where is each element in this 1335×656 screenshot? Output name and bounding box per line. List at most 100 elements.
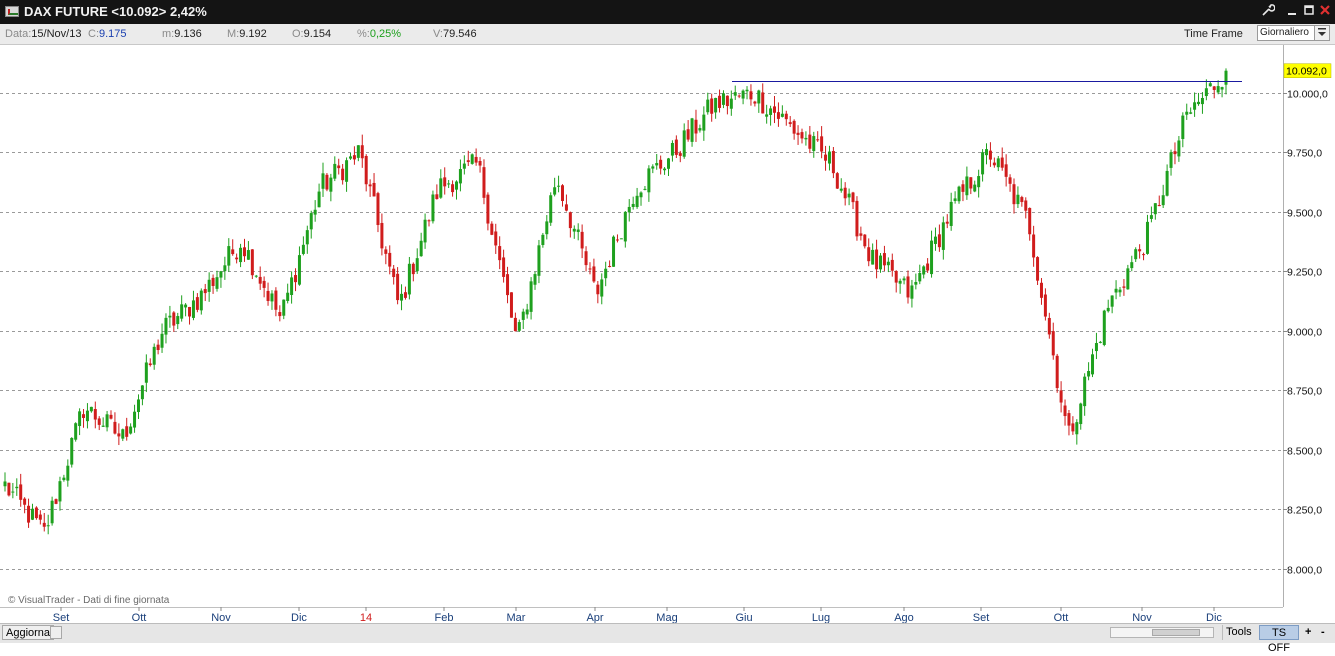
percent-readout: %:0,25% — [357, 28, 402, 40]
candle-body — [804, 137, 808, 140]
ts-toggle-button[interactable]: TS OFF — [1259, 625, 1299, 654]
candle-body — [348, 156, 352, 159]
y-tick-label: 8.750,0 — [1287, 386, 1322, 398]
candle-body — [1071, 423, 1075, 432]
candle-body — [1224, 70, 1228, 85]
candle-body — [682, 130, 686, 157]
timeframe-select[interactable]: Giornaliero — [1257, 25, 1330, 41]
candle-body — [894, 270, 898, 283]
candle-body — [1134, 249, 1138, 260]
refresh-button[interactable]: Aggiorna — [2, 625, 55, 640]
candle-body — [506, 274, 510, 296]
candle-body — [635, 195, 639, 208]
candle-body — [1004, 164, 1008, 177]
candle-body — [871, 249, 875, 265]
minimize-icon[interactable] — [1283, 3, 1301, 21]
candle-body — [1083, 376, 1087, 407]
candle-body — [690, 118, 694, 142]
candle-body — [560, 185, 564, 202]
candlestick-chart-svg[interactable]: 10.092,0 10.000,0 9.750,0 9.500,0 9.250,0 9.… — [0, 45, 1335, 624]
candle-body — [242, 247, 246, 257]
candle-body — [553, 187, 557, 195]
candle-body — [1149, 215, 1153, 219]
candle-body — [1020, 197, 1024, 203]
candle-body — [600, 279, 604, 297]
candle-body — [914, 282, 918, 285]
candle-body — [1028, 207, 1032, 235]
candle-body — [619, 238, 623, 240]
candle-body — [235, 257, 239, 260]
candle-body — [847, 193, 851, 198]
chevron-down-icon[interactable] — [1314, 26, 1329, 40]
candle-body — [74, 423, 78, 440]
candle-body — [965, 176, 969, 196]
candle-body — [313, 209, 317, 215]
candle-body — [97, 418, 101, 425]
candle-body — [564, 204, 568, 211]
candle-body — [203, 289, 207, 294]
candle-body — [258, 276, 262, 284]
candle-body — [769, 108, 773, 115]
candle-body — [663, 168, 667, 171]
candle-body — [172, 312, 176, 326]
x-tick-label: Lug — [812, 612, 830, 623]
candle-body — [470, 154, 474, 164]
candle-body — [1098, 341, 1102, 343]
candle-body — [863, 234, 867, 247]
candle-body — [733, 92, 737, 96]
candle-body — [482, 167, 486, 198]
candle-body — [608, 265, 612, 268]
wrench-icon[interactable] — [1259, 3, 1277, 21]
candle-body — [462, 163, 466, 169]
zoom-in-button[interactable]: + — [1302, 625, 1314, 640]
candle-body — [773, 106, 777, 113]
candle-body — [792, 120, 796, 134]
candle-body — [930, 240, 934, 275]
candle-body — [388, 252, 392, 267]
quote-info-bar: Data:15/Nov/13 C:9.175 m:9.136 M:9.192 O… — [0, 24, 1335, 45]
candle-body — [1055, 355, 1059, 389]
candle-body — [15, 486, 19, 489]
candle-body — [985, 149, 989, 156]
close-icon[interactable] — [1316, 3, 1334, 21]
candle-body — [498, 246, 502, 261]
price-chart[interactable]: 10.092,0 10.000,0 9.750,0 9.500,0 9.250,0 9.… — [0, 45, 1335, 624]
candle-body — [761, 92, 765, 114]
scroll-left-button[interactable] — [50, 626, 62, 639]
x-tick-label: Apr — [586, 612, 603, 623]
candle-body — [572, 228, 576, 232]
scrollbar-thumb[interactable] — [1152, 629, 1200, 636]
y-tick-label: 10.000,0 — [1287, 89, 1328, 101]
candle-body — [757, 90, 761, 104]
candle-body — [796, 132, 800, 135]
zoom-out-button[interactable]: - — [1318, 625, 1328, 640]
x-tick-label: Ott — [132, 612, 147, 623]
tools-button[interactable]: Tools — [1222, 625, 1255, 640]
candle-body — [926, 263, 930, 271]
candle-body — [125, 426, 129, 437]
candle-body — [101, 425, 105, 427]
candle-body — [631, 203, 635, 207]
candle-body — [996, 158, 1000, 168]
candle-body — [466, 160, 470, 163]
candle-body — [898, 280, 902, 284]
candle-body — [670, 142, 674, 156]
candle-body — [753, 101, 757, 104]
candle-body — [188, 306, 192, 317]
candle-body — [1208, 83, 1212, 87]
candle-body — [655, 163, 659, 166]
candle-body — [160, 333, 164, 348]
candle-body — [199, 290, 203, 311]
candle-body — [988, 150, 992, 160]
candle-body — [1122, 286, 1126, 288]
candle-body — [725, 95, 729, 107]
candle-body — [195, 297, 199, 310]
candle-body — [843, 187, 847, 199]
candle-body — [1039, 282, 1043, 298]
candle-body — [407, 263, 411, 295]
candle-body — [659, 159, 663, 169]
candle-body — [7, 482, 11, 496]
candle-body — [882, 253, 886, 266]
candle-body — [368, 184, 372, 187]
candle-body — [706, 99, 710, 113]
